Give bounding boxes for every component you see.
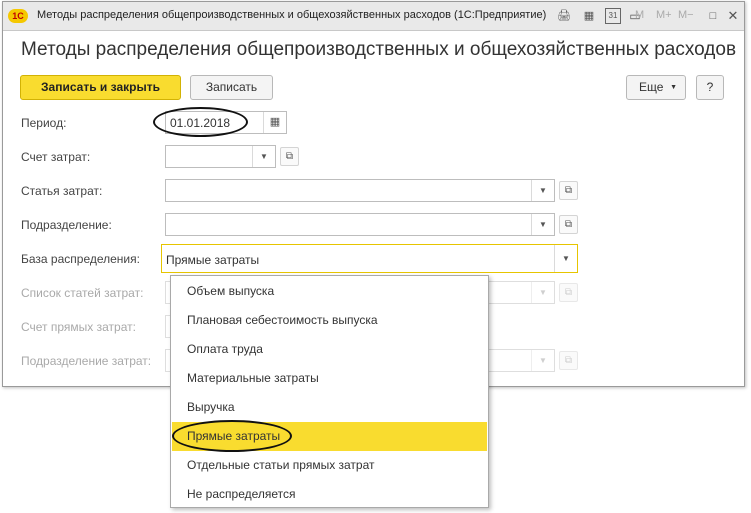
direct-cost-account-label: Счет прямых затрат: [21, 320, 136, 334]
save-and-close-button[interactable]: Записать и закрыть [20, 75, 181, 100]
dropdown-item[interactable]: Отдельные статьи прямых затрат [172, 451, 487, 480]
memory-minus-button[interactable]: M− [678, 9, 694, 21]
dropdown-item[interactable]: Выручка [172, 393, 487, 422]
open-icon[interactable]: ⧉ [559, 181, 578, 200]
page-title: Методы распределения общепроизводственны… [21, 39, 737, 60]
cost-account-label: Счет затрат: [21, 150, 91, 164]
distribution-base-label: База распределения: [21, 252, 140, 266]
distribution-base-field[interactable]: Прямые затраты ▼ [161, 244, 578, 273]
calendar-icon[interactable]: 31 [605, 8, 621, 24]
dropdown-item[interactable]: Оплата труда [172, 335, 487, 364]
dropdown-item-selected[interactable]: Прямые затраты [172, 422, 487, 451]
more-label: Еще [639, 80, 664, 94]
cost-item-list-label: Список статей затрат: [21, 286, 144, 300]
title-bar: 1С Методы распределения общепроизводстве… [3, 2, 744, 31]
save-button[interactable]: Записать [190, 75, 273, 100]
chevron-down-icon[interactable]: ▼ [531, 214, 554, 235]
memory-plus-button[interactable]: M+ [656, 9, 672, 21]
cost-department-label: Подразделение затрат: [21, 354, 152, 368]
more-button[interactable]: Еще ▼ [626, 75, 686, 100]
period-label: Период: [21, 116, 67, 130]
open-icon[interactable]: ⧉ [280, 147, 299, 166]
dropdown-item[interactable]: Материальные затраты [172, 364, 487, 393]
dropdown-item[interactable]: Не распределяется [172, 480, 487, 509]
chevron-down-icon[interactable]: ▼ [554, 245, 577, 272]
restore-icon[interactable]: □ [705, 8, 721, 24]
period-value: 01.01.2018 [170, 116, 231, 130]
dropdown-item[interactable]: Плановая себестоимость выпуска [172, 306, 487, 335]
calculator-icon[interactable]: ▦ [581, 8, 597, 24]
print-icon[interactable]: 🖨 [556, 8, 572, 24]
cost-item-label: Статья затрат: [21, 184, 103, 198]
open-icon: ⧉ [559, 283, 578, 302]
app-logo-icon: 1С [8, 9, 28, 23]
dropdown-item[interactable]: Объем выпуска [172, 277, 487, 306]
chevron-down-icon: ▼ [531, 282, 554, 303]
distribution-base-dropdown: Объем выпуска Плановая себестоимость вып… [170, 275, 489, 508]
window-title: Методы распределения общепроизводственны… [37, 9, 547, 21]
chevron-down-icon: ▼ [670, 84, 677, 91]
calendar-picker-icon[interactable]: ▦ [263, 112, 286, 133]
cost-account-field[interactable]: ▼ [165, 145, 276, 168]
open-icon: ⧉ [559, 351, 578, 370]
memory-button[interactable]: M [635, 9, 644, 21]
period-field[interactable]: 01.01.2018 ▦ [165, 111, 287, 134]
open-icon[interactable]: ⧉ [559, 215, 578, 234]
department-label: Подразделение: [21, 218, 112, 232]
chevron-down-icon[interactable]: ▼ [252, 146, 275, 167]
chevron-down-icon: ▼ [531, 350, 554, 371]
close-icon[interactable]: ✕ [725, 8, 741, 24]
cost-item-field[interactable]: ▼ [165, 179, 555, 202]
help-button[interactable]: ? [696, 75, 724, 100]
department-field[interactable]: ▼ [165, 213, 555, 236]
chevron-down-icon[interactable]: ▼ [531, 180, 554, 201]
distribution-base-value: Прямые затраты [166, 253, 260, 267]
